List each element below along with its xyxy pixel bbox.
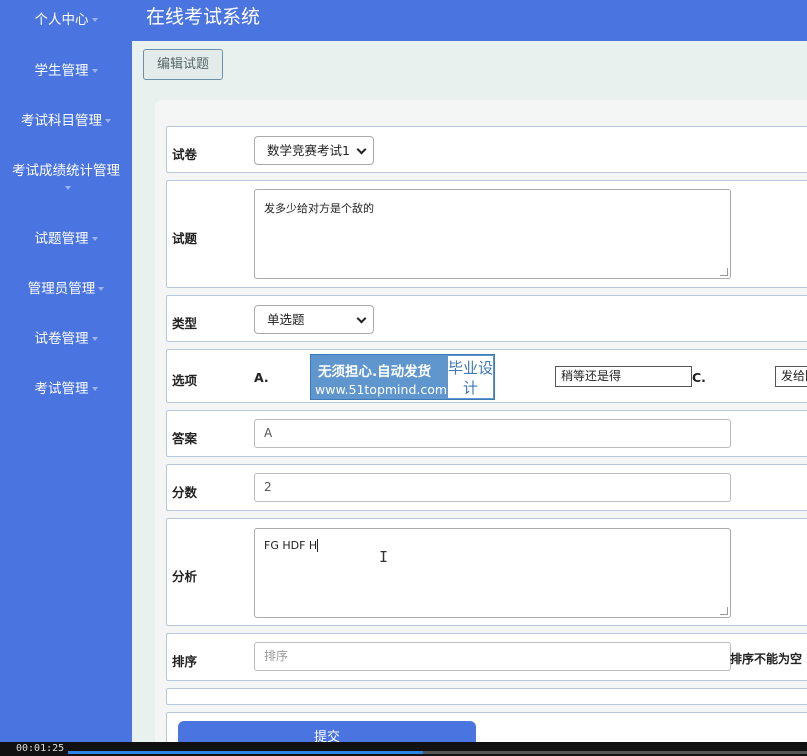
sidebar: 个人中心 学生管理 考试科目管理 考试成绩统计管理 试题管理 管理员管理 试卷管… bbox=[0, 0, 132, 742]
order-label: 排序 bbox=[172, 654, 198, 669]
top-header: 在线考试系统 bbox=[132, 0, 807, 41]
sidebar-item-label: 试卷管理 bbox=[34, 331, 89, 347]
analysis-text: FG HDF H bbox=[264, 539, 318, 552]
score-value: 2 bbox=[264, 480, 272, 494]
video-progress-track[interactable] bbox=[68, 751, 807, 754]
sidebar-item-students[interactable]: 学生管理 bbox=[0, 63, 132, 80]
paper-select[interactable]: 数学竞赛考试1 bbox=[254, 136, 374, 165]
sidebar-item-label: 管理员管理 bbox=[27, 281, 96, 297]
type-select-value: 单选题 bbox=[267, 312, 305, 327]
score-row: 分数 2 bbox=[166, 464, 807, 511]
question-textarea[interactable]: 发多少给对方是个敌的 bbox=[254, 189, 731, 279]
chevron-down-icon bbox=[356, 144, 367, 155]
answer-value: A bbox=[264, 426, 273, 440]
sidebar-item-label: 考试科目管理 bbox=[21, 113, 102, 129]
caret-down-icon bbox=[91, 387, 98, 391]
analysis-row: 分析 FG HDF H​ bbox=[166, 518, 807, 626]
edit-question-button[interactable]: 编辑试题 bbox=[143, 49, 223, 80]
question-text: 发多少给对方是个敌的 bbox=[264, 202, 374, 215]
video-progress-fill bbox=[68, 751, 423, 754]
video-progress-bar: 00:01:25 bbox=[0, 742, 807, 756]
order-input[interactable]: 排序 bbox=[254, 642, 731, 671]
caret-down-icon bbox=[91, 237, 98, 241]
answer-label: 答案 bbox=[172, 431, 198, 446]
analysis-textarea[interactable]: FG HDF H​ bbox=[254, 528, 731, 618]
score-input[interactable]: 2 bbox=[254, 473, 731, 502]
question-row: 试题 发多少给对方是个敌的 bbox=[166, 180, 807, 288]
answer-row: 答案 A bbox=[166, 410, 807, 457]
paper-label: 试卷 bbox=[172, 147, 198, 162]
sidebar-item-subjects[interactable]: 考试科目管理 bbox=[0, 113, 132, 130]
paper-row: 试卷 数学竞赛考试1 bbox=[166, 126, 807, 173]
empty-row bbox=[166, 688, 807, 705]
watermark-banner: 无须担心.自动发货 www.51topmind.com 毕业设计 bbox=[310, 354, 495, 400]
caret-down-icon bbox=[91, 18, 98, 22]
option-c-letter: C. bbox=[692, 370, 706, 385]
text-caret: ​ bbox=[317, 539, 319, 552]
watermark-url: www.51topmind.com bbox=[315, 382, 448, 397]
type-select[interactable]: 单选题 bbox=[254, 305, 374, 334]
question-label: 试题 bbox=[172, 231, 198, 246]
options-label: 选项 bbox=[172, 373, 198, 388]
sidebar-item-label: 考试管理 bbox=[34, 381, 89, 397]
order-row: 排序 排序 bbox=[166, 633, 807, 681]
order-placeholder: 排序 bbox=[264, 649, 289, 663]
caret-down-icon bbox=[105, 119, 111, 123]
resize-handle-icon[interactable] bbox=[720, 268, 728, 276]
sidebar-item-label: 试题管理 bbox=[34, 231, 89, 247]
video-time: 00:01:25 bbox=[16, 743, 65, 754]
paper-select-value: 数学竞赛考试1 bbox=[267, 143, 350, 158]
type-label: 类型 bbox=[172, 316, 198, 331]
resize-handle-icon[interactable] bbox=[720, 607, 728, 615]
text-cursor-icon: I bbox=[379, 548, 389, 566]
sidebar-item-admins[interactable]: 管理员管理 bbox=[0, 281, 132, 298]
caret-down-icon bbox=[64, 186, 71, 190]
type-row: 类型 单选题 bbox=[166, 295, 807, 342]
answer-input[interactable]: A bbox=[254, 419, 731, 448]
option-c-input[interactable]: 发给回 bbox=[775, 366, 807, 387]
sidebar-item-scores[interactable]: 考试成绩统计管理 bbox=[0, 163, 132, 197]
option-b-value: 稍等还是得 bbox=[561, 369, 622, 383]
score-label: 分数 bbox=[172, 485, 198, 500]
caret-down-icon bbox=[98, 287, 105, 291]
order-error-message: 排序不能为空 bbox=[730, 652, 803, 666]
sidebar-item-questions[interactable]: 试题管理 bbox=[0, 231, 132, 248]
sidebar-item-papers[interactable]: 试卷管理 bbox=[0, 331, 132, 348]
caret-down-icon bbox=[91, 69, 98, 73]
option-a-letter: A. bbox=[254, 370, 269, 385]
sidebar-item-label: 个人中心 bbox=[34, 12, 89, 28]
caret-down-icon bbox=[91, 337, 98, 341]
sidebar-item-label: 考试成绩统计管理 bbox=[12, 163, 120, 179]
sidebar-item-label: 学生管理 bbox=[34, 63, 89, 79]
sidebar-item-profile[interactable]: 个人中心 bbox=[0, 12, 132, 29]
option-b-input[interactable]: 稍等还是得 bbox=[555, 366, 692, 387]
chevron-down-icon bbox=[356, 313, 367, 324]
watermark-line1: 无须担心.自动发货 bbox=[318, 364, 432, 380]
sidebar-item-exams[interactable]: 考试管理 bbox=[0, 381, 132, 398]
app-title: 在线考试系统 bbox=[146, 6, 261, 28]
watermark-badge: 毕业设计 bbox=[448, 356, 493, 398]
analysis-label: 分析 bbox=[172, 569, 198, 584]
option-c-value: 发给回 bbox=[781, 369, 807, 383]
